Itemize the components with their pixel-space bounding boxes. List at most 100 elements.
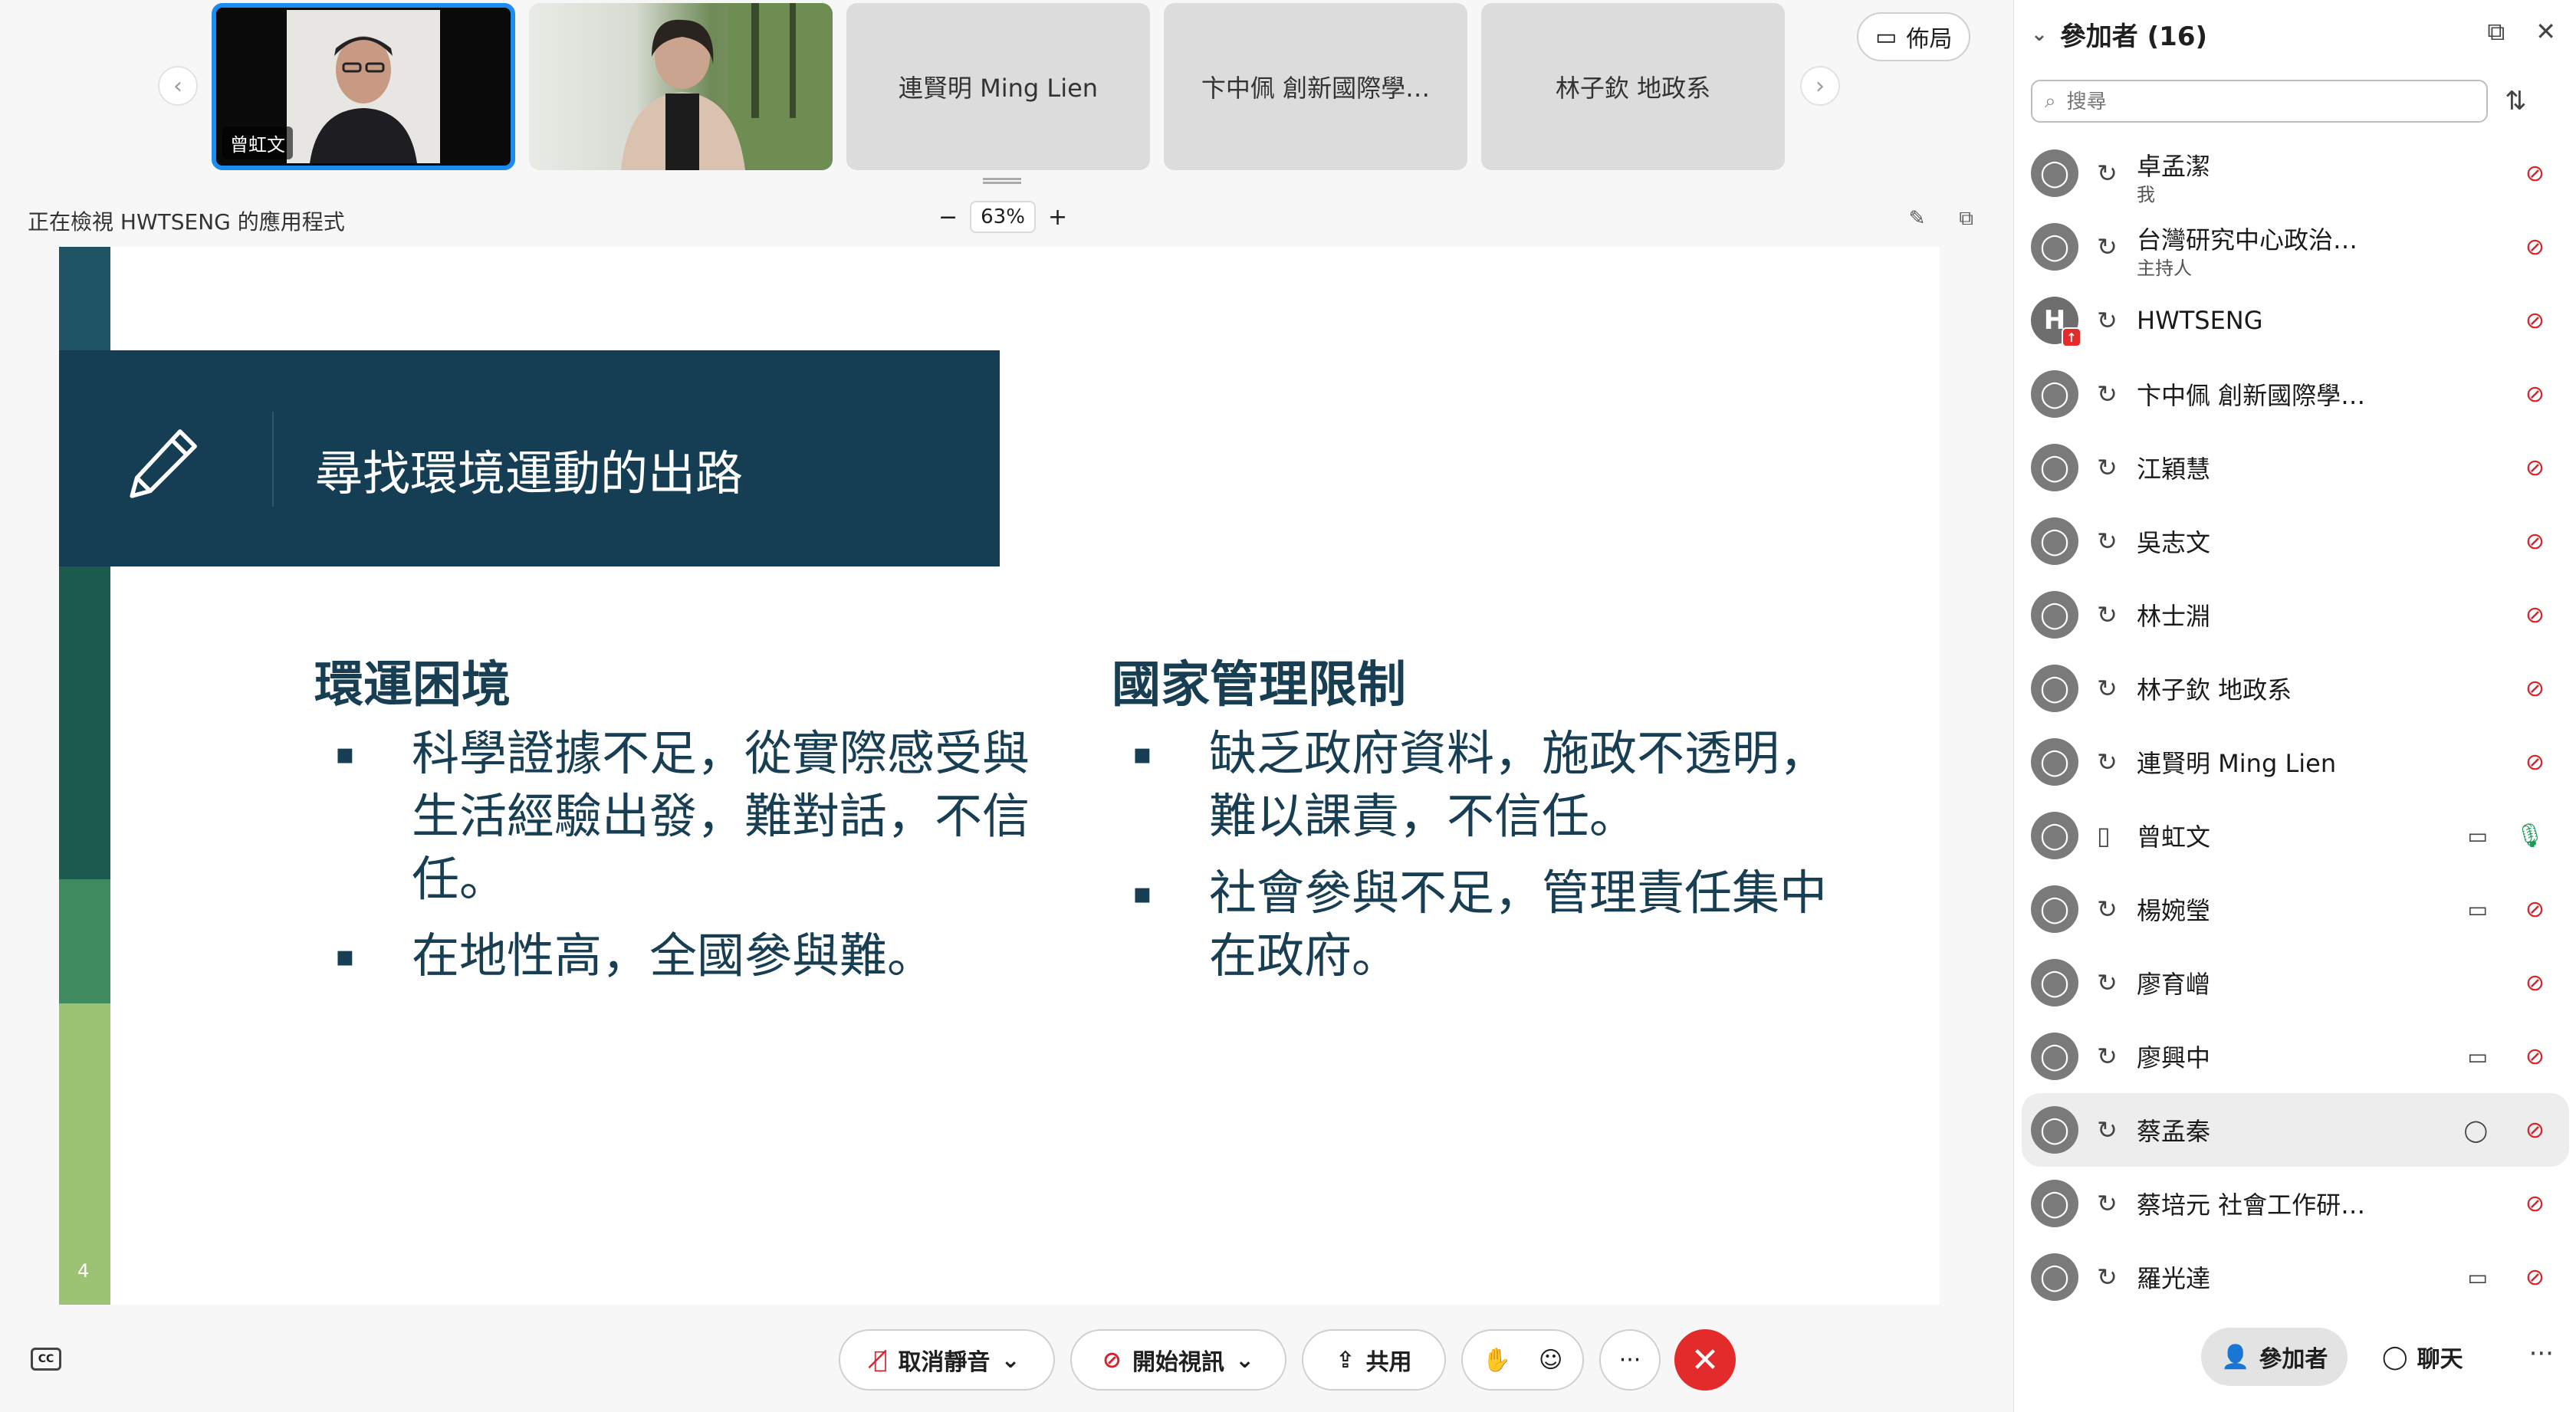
- person-icon: ◯: [2039, 1041, 2070, 1072]
- video-camera-icon[interactable]: ▭: [2468, 823, 2488, 849]
- layout-icon: ▭: [1875, 23, 1898, 51]
- participant-row[interactable]: H ↑ ↻ HWTSENG ⊘: [2014, 284, 2576, 357]
- video-tile-participant[interactable]: 連賢明 Ming Lien: [846, 3, 1150, 170]
- resize-handle[interactable]: [983, 178, 1021, 184]
- layout-label: 佈局: [1906, 26, 1953, 53]
- strip-prev-button[interactable]: ‹: [158, 66, 198, 106]
- participant-row[interactable]: ◯ ↻ 卓孟潔 我 ⊘: [2014, 136, 2576, 210]
- chevron-down-icon[interactable]: ⌄: [1001, 1347, 1020, 1374]
- tab-chat[interactable]: ◯ 聊天: [2362, 1328, 2483, 1386]
- participant-name: 連賢明 Ming Lien: [898, 74, 1099, 103]
- participants-panel: ⌄ 參加者 (16) ⧉ ✕ ⌕ ⇅ ◯ ↻ 卓孟潔 我 ⊘ ◯ ↻ 台灣研究中…: [2013, 0, 2576, 1412]
- participant-row[interactable]: ◯ ▯ 曾虹文 ▭ 🎙: [2014, 799, 2576, 872]
- participant-role: 我: [2137, 184, 2155, 205]
- mic-muted-icon[interactable]: ⊘: [2525, 1043, 2545, 1070]
- participant-row[interactable]: ◯ ↻ 蔡培元 社會工作研… ⊘: [2014, 1167, 2576, 1240]
- mic-muted-icon[interactable]: ⊘: [2525, 1190, 2545, 1217]
- mic-muted-icon[interactable]: ⊘: [2525, 749, 2545, 776]
- audio-connection-icon: ↻: [2097, 379, 2118, 409]
- mic-muted-icon[interactable]: ⊘: [2525, 602, 2545, 629]
- video-tile-participant[interactable]: 林子欽 地政系: [1481, 3, 1785, 170]
- bullet-item: 社會參與不足，管理責任集中在政府。: [1117, 862, 1853, 987]
- person-icon: ◯: [2039, 820, 2070, 851]
- avatar: ◯: [2031, 885, 2078, 933]
- bullet-item: 科學證據不足，從實際感受與生活經驗出發，難對話，不信任。: [320, 722, 1071, 911]
- mic-muted-icon[interactable]: ⊘: [2525, 234, 2545, 261]
- video-camera-icon[interactable]: ▭: [2468, 1265, 2488, 1290]
- participant-row[interactable]: ◯ ↻ 連賢明 Ming Lien ⊘: [2014, 725, 2576, 799]
- search-input[interactable]: [2066, 89, 2450, 113]
- mic-muted-icon[interactable]: ⊘: [2525, 160, 2545, 187]
- start-video-button[interactable]: ⊘ 開始視訊 ⌄: [1070, 1329, 1286, 1391]
- participant-row[interactable]: ◯ ↻ 林子欽 地政系 ⊘: [2014, 652, 2576, 725]
- close-icon: ✕: [1691, 1340, 1720, 1380]
- panel-more-button[interactable]: ···: [2529, 1338, 2554, 1369]
- layout-button[interactable]: ▭ 佈局: [1857, 12, 1971, 61]
- mic-muted-icon[interactable]: ⊘: [2525, 528, 2545, 555]
- chat-bubble-icon[interactable]: ◯: [2464, 1118, 2488, 1143]
- audio-connection-icon: ↻: [2097, 747, 2118, 777]
- annotate-icon[interactable]: ✎: [1909, 207, 1926, 231]
- video-tile-self[interactable]: 曾虹文: [212, 3, 515, 170]
- mic-on-icon[interactable]: 🎙: [2515, 823, 2545, 849]
- viewing-text: 正在檢視 HWTSENG 的應用程式: [28, 209, 345, 235]
- reactions-icon[interactable]: ☺: [1539, 1347, 1562, 1374]
- raise-hand-icon[interactable]: ✋: [1483, 1347, 1511, 1374]
- popout-share-icon[interactable]: ⧉: [1959, 207, 1973, 231]
- mic-muted-icon[interactable]: ⊘: [2525, 970, 2545, 997]
- mic-muted-icon[interactable]: ⊘: [2525, 455, 2545, 481]
- tab-participants-label: 參加者: [2259, 1346, 2328, 1373]
- audio-connection-icon: ↻: [2097, 1115, 2118, 1144]
- video-camera-icon[interactable]: ▭: [2468, 1044, 2488, 1069]
- participant-search[interactable]: ⌕: [2031, 80, 2488, 123]
- participant-row[interactable]: ◯ ↻ 楊婉瑩 ▭ ⊘: [2014, 872, 2576, 946]
- participant-name: 林士淵: [2137, 602, 2211, 631]
- chevron-down-icon[interactable]: ⌄: [1235, 1347, 1254, 1374]
- mic-muted-icon[interactable]: ⊘: [2525, 675, 2545, 702]
- panel-header[interactable]: ⌄ 參加者 (16): [2031, 15, 2207, 53]
- closed-captions-button[interactable]: CC: [31, 1348, 61, 1371]
- video-camera-icon[interactable]: ▭: [2468, 897, 2488, 922]
- zoom-in-button[interactable]: +: [1048, 204, 1067, 231]
- sort-icon[interactable]: ⇅: [2505, 86, 2527, 117]
- strip-next-button[interactable]: ›: [1800, 66, 1840, 106]
- tab-participants[interactable]: 👤 參加者: [2201, 1328, 2348, 1386]
- participant-row[interactable]: ◯ ↻ 廖興中 ▭ ⊘: [2014, 1020, 2576, 1093]
- video-off-icon: ⊘: [1102, 1346, 1122, 1374]
- participant-row[interactable]: ◯ ↻ 江穎慧 ⊘: [2014, 431, 2576, 504]
- close-icon[interactable]: ✕: [2535, 17, 2556, 47]
- participant-row[interactable]: ◯ ↻ 吳志文 ⊘: [2014, 504, 2576, 578]
- participant-row-hovered[interactable]: ◯ ↻ 蔡孟秦 ◯ ⊘: [2022, 1093, 2569, 1167]
- participant-row[interactable]: ◯ ↻ 台灣研究中心政治… 主持人 ⊘: [2014, 210, 2576, 284]
- chevron-down-icon[interactable]: ⌄: [2031, 23, 2048, 46]
- video-tile-participant[interactable]: [529, 3, 833, 170]
- participant-name: 羅光達: [2137, 1264, 2211, 1293]
- more-options-button[interactable]: ···: [1599, 1329, 1661, 1391]
- chevron-right-icon: ›: [1815, 72, 1825, 100]
- start-video-label: 開始視訊: [1132, 1349, 1224, 1376]
- participant-row[interactable]: ◯ ↻ 羅光達 ▭ ⊘: [2014, 1240, 2576, 1314]
- mic-muted-icon[interactable]: ⊘: [2525, 307, 2545, 334]
- participant-row[interactable]: ◯ ↻ 林士淵 ⊘: [2014, 578, 2576, 652]
- reactions-group: ✋ ☺: [1461, 1329, 1584, 1391]
- mic-muted-icon[interactable]: ⊘: [2525, 896, 2545, 923]
- shared-slide: 尋找環境運動的出路 環運困境 科學證據不足，從實際感受與生活經驗出發，難對話，不…: [59, 247, 1940, 1305]
- mic-muted-icon[interactable]: ⊘: [2525, 1264, 2545, 1291]
- chevron-left-icon: ‹: [173, 72, 182, 100]
- mic-muted-icon[interactable]: ⊘: [2525, 1117, 2545, 1144]
- leave-meeting-button[interactable]: ✕: [1674, 1329, 1736, 1391]
- slide-accent-bar: [59, 247, 110, 350]
- audio-connection-icon: ↻: [2097, 232, 2118, 261]
- unmute-button[interactable]: 🎙̸ 取消靜音 ⌄: [839, 1329, 1055, 1391]
- participant-row[interactable]: ◯ ↻ 廖育嶒 ⊘: [2014, 946, 2576, 1020]
- participant-name: 蔡孟秦: [2137, 1117, 2211, 1146]
- person-icon: ◯: [2039, 1115, 2070, 1145]
- participant-row[interactable]: ◯ ↻ 卞中佩 創新國際學… ⊘: [2014, 357, 2576, 431]
- popout-icon[interactable]: ⧉: [2487, 17, 2505, 47]
- mic-muted-icon[interactable]: ⊘: [2525, 381, 2545, 408]
- share-button[interactable]: ⇪ 共用: [1302, 1329, 1446, 1391]
- zoom-level[interactable]: 63%: [970, 201, 1036, 233]
- video-tile-participant[interactable]: 卞中佩 創新國際學…: [1164, 3, 1467, 170]
- zoom-out-button[interactable]: −: [938, 204, 958, 231]
- unmute-label: 取消靜音: [898, 1349, 991, 1376]
